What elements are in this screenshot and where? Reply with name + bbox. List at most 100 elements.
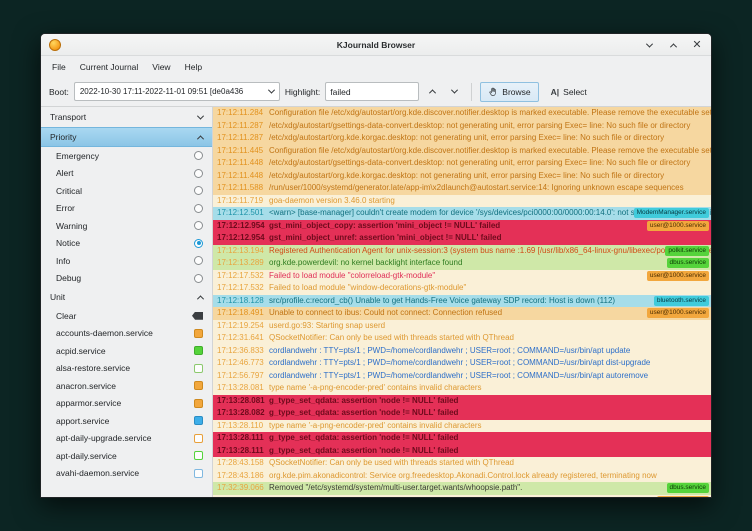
unit-item[interactable]: apt-daily-upgrade.service bbox=[41, 430, 212, 448]
log-row[interactable]: 17:32:39.374Anacron 2.3 started on 2022-… bbox=[213, 495, 711, 498]
log-row[interactable]: 17:12:11.284Configuration file /etc/xdg/… bbox=[213, 107, 711, 120]
next-match-button[interactable] bbox=[446, 83, 463, 100]
priority-item-alert[interactable]: Alert bbox=[41, 165, 212, 183]
select-button[interactable]: A| Select bbox=[544, 82, 594, 102]
section-priority[interactable]: Priority bbox=[41, 127, 212, 147]
priority-radio[interactable] bbox=[194, 239, 203, 248]
unit-item[interactable]: accounts-daemon.service bbox=[41, 325, 212, 343]
main-area: Transport Priority Emergency AlertCritica… bbox=[41, 107, 711, 497]
log-row[interactable]: 17:12:11.588/run/user/1000/systemd/gener… bbox=[213, 182, 711, 195]
log-row[interactable]: 17:28:43.158QSocketNotifier: Can only be… bbox=[213, 457, 711, 470]
unit-chip: user@1000.service bbox=[647, 271, 709, 281]
unit-item[interactable]: apparmor.service bbox=[41, 395, 212, 413]
log-message: type name '-a-png-encoder-pred' contains… bbox=[269, 421, 482, 430]
boot-combobox[interactable]: 2022-10-30 17:11-2022-11-01 09:51 [de0a4… bbox=[74, 82, 280, 101]
unit-checkbox[interactable] bbox=[194, 364, 203, 373]
close-button[interactable]: ✕ bbox=[691, 39, 703, 51]
priority-item-info[interactable]: Info bbox=[41, 252, 212, 270]
log-row[interactable]: 17:12:17.532Failed to load module "windo… bbox=[213, 282, 711, 295]
log-row[interactable]: 17:12:11.448/etc/xdg/autostart/gsettings… bbox=[213, 157, 711, 170]
log-message: /etc/xdg/autostart/org.kde.korgac.deskto… bbox=[269, 133, 664, 142]
unit-checkbox[interactable] bbox=[194, 346, 203, 355]
log-row[interactable]: 17:12:11.287/etc/xdg/autostart/gsettings… bbox=[213, 120, 711, 133]
log-row[interactable]: 17:13:28.110type name '-a-png-encoder-pr… bbox=[213, 420, 711, 433]
unit-checkbox[interactable] bbox=[194, 381, 203, 390]
priority-item-emergency[interactable]: Emergency bbox=[41, 147, 212, 165]
section-transport[interactable]: Transport bbox=[41, 107, 212, 127]
priority-item-critical[interactable]: Critical bbox=[41, 182, 212, 200]
unit-item[interactable]: anacron.service bbox=[41, 377, 212, 395]
priority-radio[interactable] bbox=[194, 151, 203, 160]
unit-checkbox[interactable] bbox=[194, 329, 203, 338]
log-row[interactable]: 17:13:28.111g_type_set_qdata: assertion … bbox=[213, 445, 711, 458]
unit-label: acpid.service bbox=[56, 346, 106, 356]
log-row[interactable]: 17:13:28.111g_type_set_qdata: assertion … bbox=[213, 432, 711, 445]
log-row[interactable]: 17:12:12.954gst_mini_object_unref: asser… bbox=[213, 232, 711, 245]
log-timestamp: 17:13:28.081 bbox=[217, 395, 267, 408]
menu-current-journal[interactable]: Current Journal bbox=[73, 59, 146, 75]
log-timestamp: 17:12:12.954 bbox=[217, 220, 267, 233]
priority-item-warning[interactable]: Warning bbox=[41, 217, 212, 235]
unit-item[interactable]: alsa-restore.service bbox=[41, 360, 212, 378]
unit-checkbox[interactable] bbox=[194, 434, 203, 443]
priority-item-error[interactable]: Error bbox=[41, 200, 212, 218]
unit-item[interactable]: apt-daily.service bbox=[41, 447, 212, 465]
log-row[interactable]: 17:12:31.641QSocketNotifier: Can only be… bbox=[213, 332, 711, 345]
titlebar[interactable]: KJournald Browser ✕ bbox=[41, 34, 711, 56]
unit-clear-button[interactable]: Clear bbox=[41, 307, 212, 325]
priority-radio[interactable] bbox=[194, 256, 203, 265]
log-row[interactable]: 17:12:11.287/etc/xdg/autostart/org.kde.k… bbox=[213, 132, 711, 145]
unit-item[interactable]: apport.service bbox=[41, 412, 212, 430]
priority-radio[interactable] bbox=[194, 169, 203, 178]
log-row[interactable]: 17:12:13.289org.kde.powerdevil: no kerne… bbox=[213, 257, 711, 270]
priority-item-debug[interactable]: Debug bbox=[41, 270, 212, 288]
log-message: g_type_set_qdata: assertion 'node != NUL… bbox=[269, 396, 458, 405]
log-timestamp: 17:12:11.284 bbox=[217, 107, 267, 120]
boot-label: Boot: bbox=[49, 87, 69, 97]
log-row[interactable]: 17:12:13.194Registered Authentication Ag… bbox=[213, 245, 711, 258]
previous-match-button[interactable] bbox=[424, 83, 441, 100]
browse-button[interactable]: Browse bbox=[480, 82, 538, 102]
log-row[interactable]: 17:12:11.719goa-daemon version 3.46.0 st… bbox=[213, 195, 711, 208]
highlight-input[interactable] bbox=[325, 82, 419, 101]
log-row[interactable]: 17:12:46.773cordlandwehr : TTY=pts/1 ; P… bbox=[213, 357, 711, 370]
unit-item[interactable]: acpid.service bbox=[41, 342, 212, 360]
priority-radio[interactable] bbox=[194, 186, 203, 195]
unit-checkbox[interactable] bbox=[194, 451, 203, 460]
priority-radio[interactable] bbox=[194, 274, 203, 283]
log-row[interactable]: 17:28:43.186org.kde.pim.akonadicontrol: … bbox=[213, 470, 711, 483]
log-row[interactable]: 17:32:39.066Removed "/etc/systemd/system… bbox=[213, 482, 711, 495]
menu-help[interactable]: Help bbox=[178, 59, 209, 75]
log-row[interactable]: 17:12:56.797cordlandwehr : TTY=pts/1 ; P… bbox=[213, 370, 711, 383]
log-row[interactable]: 17:13:28.082g_type_set_qdata: assertion … bbox=[213, 407, 711, 420]
log-row[interactable]: 17:12:17.532Failed to load module "color… bbox=[213, 270, 711, 283]
section-unit[interactable]: Unit bbox=[41, 287, 212, 307]
unit-item[interactable]: avahi-daemon.service bbox=[41, 465, 212, 483]
log-row[interactable]: 17:12:12.501<warn> [base-manager] couldn… bbox=[213, 207, 711, 220]
unit-checkbox[interactable] bbox=[194, 469, 203, 478]
log-view[interactable]: 17:12:11.284Configuration file /etc/xdg/… bbox=[213, 107, 711, 497]
priority-radio[interactable] bbox=[194, 204, 203, 213]
log-row[interactable]: 17:12:18.491Unable to connect to ibus: C… bbox=[213, 307, 711, 320]
log-row[interactable]: 17:12:18.128src/profile.c:record_cb() Un… bbox=[213, 295, 711, 308]
unit-checkbox[interactable] bbox=[194, 399, 203, 408]
priority-item-notice[interactable]: Notice bbox=[41, 235, 212, 253]
menu-file[interactable]: File bbox=[45, 59, 73, 75]
unit-label: accounts-daemon.service bbox=[56, 328, 153, 338]
log-row[interactable]: 17:12:12.954gst_mini_object_copy: assert… bbox=[213, 220, 711, 233]
unit-checkbox[interactable] bbox=[194, 416, 203, 425]
log-row[interactable]: 17:13:28.081g_type_set_qdata: assertion … bbox=[213, 395, 711, 408]
chevron-up-icon bbox=[197, 135, 204, 142]
log-row[interactable]: 17:12:11.448/etc/xdg/autostart/org.kde.k… bbox=[213, 170, 711, 183]
maximize-button[interactable] bbox=[667, 39, 679, 51]
menu-view[interactable]: View bbox=[145, 59, 177, 75]
priority-radio[interactable] bbox=[194, 221, 203, 230]
log-row[interactable]: 17:12:11.445Configuration file /etc/xdg/… bbox=[213, 145, 711, 158]
log-message: gst_mini_object_unref: assertion 'mini_o… bbox=[269, 233, 502, 242]
log-message: /etc/xdg/autostart/org.kde.korgac.deskto… bbox=[269, 171, 664, 180]
log-row[interactable]: 17:13:28.081type name '-a-png-encoder-pr… bbox=[213, 382, 711, 395]
priority-label: Emergency bbox=[56, 151, 99, 161]
log-row[interactable]: 17:12:19.254userd.go:93: Starting snap u… bbox=[213, 320, 711, 333]
minimize-button[interactable] bbox=[643, 39, 655, 51]
log-row[interactable]: 17:12:36.833cordlandwehr : TTY=pts/1 ; P… bbox=[213, 345, 711, 358]
